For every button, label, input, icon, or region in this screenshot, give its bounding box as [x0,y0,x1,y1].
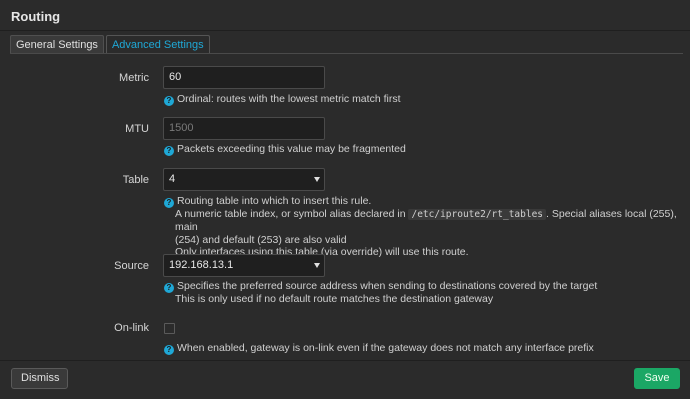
metric-help-text: Ordinal: routes with the lowest metric m… [177,93,401,105]
help-icon: ? [164,146,174,156]
tab-divider [10,53,683,54]
routing-dialog: Routing General Settings Advanced Settin… [0,0,690,399]
help-icon: ? [164,96,174,106]
metric-help: ? Ordinal: routes with the lowest metric … [164,93,401,106]
table-help: ? Routing table into which to insert this… [164,195,690,258]
mtu-input[interactable]: 1500 [163,117,325,140]
tab-general-settings[interactable]: General Settings [10,35,104,54]
onlink-checkbox[interactable] [164,323,175,334]
table-select[interactable]: 4 [163,168,325,191]
chevron-down-icon [314,263,320,268]
onlink-help: ? When enabled, gateway is on-link even i… [164,342,594,355]
tab-advanced-settings[interactable]: Advanced Settings [105,35,210,54]
table-help-code: /etc/iproute2/rt_tables [408,209,547,220]
mtu-help: ? Packets exceeding this value may be fra… [164,143,406,156]
source-select-value: 192.168.13.1 [169,259,234,271]
source-select[interactable]: 192.168.13.1 [163,254,325,277]
table-label: Table [122,174,149,186]
tab-bar: General Settings Advanced Settings [10,35,212,54]
source-help-line2: This is only used if no default route ma… [175,293,494,305]
mtu-help-text: Packets exceeding this value may be frag… [177,143,406,155]
metric-input[interactable]: 60 [163,66,325,89]
dialog-title: Routing [11,9,61,24]
table-help-line3: (254) and default (253) are also valid [175,233,347,246]
help-icon: ? [164,198,174,208]
source-help: ? Specifies the preferred source address … [164,280,597,305]
dismiss-button[interactable]: Dismiss [11,368,68,389]
chevron-down-icon [314,177,320,182]
source-help-line1: Specifies the preferred source address w… [177,280,598,292]
mtu-label: MTU [125,123,149,135]
help-icon: ? [164,283,174,293]
onlink-help-text: When enabled, gateway is on-link even if… [177,342,594,354]
footer-divider [0,360,690,361]
save-button[interactable]: Save [634,368,680,389]
source-label: Source [114,260,149,272]
header-divider [0,30,690,31]
help-icon: ? [164,345,174,355]
table-select-value: 4 [169,173,176,185]
table-help-line1: Routing table into which to insert this … [177,195,372,207]
onlink-label: On-link [114,322,149,334]
table-help-line2-pre: A numeric table index, or symbol alias d… [175,208,406,220]
metric-label: Metric [119,72,149,84]
